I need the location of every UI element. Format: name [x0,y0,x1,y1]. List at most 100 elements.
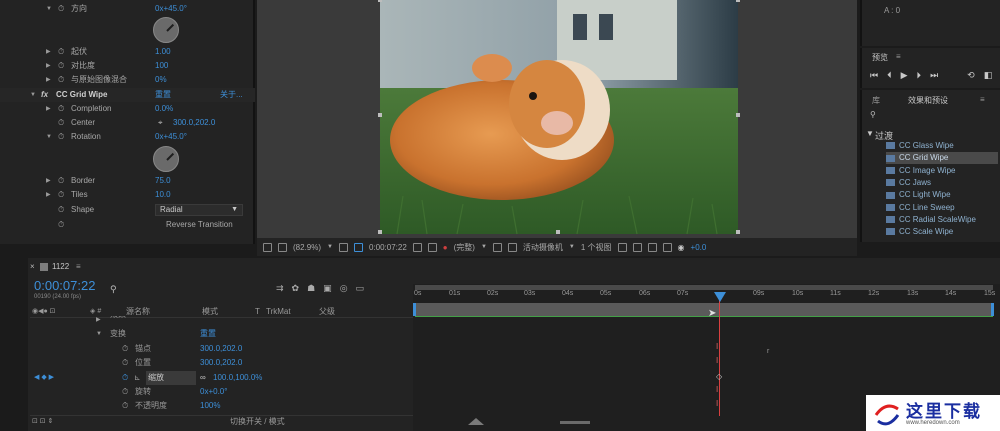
row-value[interactable]: 100.0,100.0% [213,371,262,385]
transparency-icon[interactable] [507,242,517,252]
expand-triangle-icon[interactable]: ▼ [46,130,52,144]
stopwatch-icon[interactable]: ⏱ [122,399,128,413]
composition-mini-flowchart-icon[interactable]: ⇉ [276,283,284,294]
expand-triangle-icon[interactable]: ▼ [46,2,52,16]
transparency-grid-icon[interactable] [353,242,363,252]
transform-reset-link[interactable]: 重置 [200,327,216,341]
property-value[interactable]: 75.0 [155,174,171,188]
stopwatch-icon[interactable]: ⏱ [58,59,64,73]
property-value[interactable]: 1.00 [155,45,171,59]
property-rotation-row[interactable]: ⏱ 旋转 0x+0.0° [30,385,413,399]
play-icon[interactable]: ▶ [901,70,908,81]
view-layout-dropdown[interactable]: 1 个视图 [581,242,612,253]
work-area-bar[interactable] [415,303,993,316]
resolution-dropdown[interactable]: (完整) [454,242,475,253]
grid-icon[interactable] [338,242,348,252]
reset-link[interactable]: 重置 [155,88,171,102]
stopwatch-icon[interactable]: ⏱ [58,45,64,59]
property-value[interactable]: 300.0,202.0 [173,116,215,130]
show-snapshot-icon[interactable] [427,242,437,252]
composition-viewer[interactable] [257,0,857,244]
stopwatch-icon[interactable]: ⏱ [58,188,64,202]
stopwatch-icon[interactable]: ⏱ [58,116,64,130]
keyframe-marker-icon[interactable]: I [716,385,723,394]
checkbox-label[interactable]: Reverse Transition [166,218,233,232]
motion-blur-icon[interactable]: ◎ [340,283,348,294]
keyframe-diamond-icon[interactable]: ◇ [716,372,723,381]
first-frame-icon[interactable]: ⏮ [870,70,878,81]
region-of-interest-icon[interactable] [492,242,502,252]
property-value[interactable]: 10.0 [155,188,171,202]
fast-preview-icon[interactable] [632,242,642,252]
direction-dial[interactable] [153,17,179,43]
tab-library[interactable]: 库 [872,95,880,106]
property-value[interactable]: 0% [155,73,167,87]
expand-triangle-icon[interactable]: ▶ [46,73,51,87]
snapshot-camera-icon[interactable] [412,242,422,252]
tab-effects-presets[interactable]: 效果和预设 [908,95,948,106]
keyframe-marker-icon[interactable]: I [716,356,723,365]
loop-icon[interactable]: ⟲ [967,70,975,81]
row-value[interactable]: 100% [200,399,220,413]
work-area-end-handle[interactable] [991,303,994,316]
property-value[interactable]: 0x+45.0° [155,2,187,16]
effect-item[interactable]: CC Grid Wipe [886,152,998,165]
camera-dropdown[interactable]: 活动摄像机 [523,242,563,253]
property-blend[interactable]: ▶ ⏱ 与原始图像混合 0% [0,73,255,87]
stopwatch-icon[interactable]: ⏱ [58,203,64,217]
expand-triangle-icon[interactable]: ▶ [46,174,51,188]
property-position-row[interactable]: ⏱ 位置 300.0,202.0 [30,356,413,370]
search-icon[interactable]: ⚲ [110,284,117,295]
shape-dropdown[interactable]: Radial ▼ [155,204,243,216]
always-preview-icon[interactable] [263,242,272,252]
stopwatch-icon[interactable]: ⏱ [122,356,128,370]
flowchart-icon[interactable] [662,242,672,252]
current-timecode[interactable]: 0:00:07:22 [34,278,95,293]
stopwatch-icon[interactable]: ⏱ [58,73,64,87]
crosshair-icon[interactable]: ⌖ [158,116,163,130]
expand-triangle-icon[interactable]: ▶ [46,102,51,116]
property-reverse-transition[interactable]: ⏱ Reverse Transition [0,218,255,232]
property-border[interactable]: ▶ ⏱ Border 75.0 [0,174,255,188]
color-channel-icon[interactable]: ● [443,243,448,252]
exposure-reset-icon[interactable]: ◉ [678,243,685,252]
effect-item[interactable]: CC Glass Wipe [886,140,998,152]
property-value[interactable]: 0.0% [155,102,173,116]
fx-toggle-icon[interactable]: fx [41,88,48,102]
shy-icon[interactable]: ☗ [307,283,315,294]
property-center[interactable]: ⏱ Center ⌖ 300.0,202.0 [0,116,255,130]
keyframe-marker-icon[interactable]: I [716,342,723,351]
zoom-slider[interactable] [560,421,590,424]
panel-menu-icon[interactable]: ≡ [980,95,985,104]
property-anchor-row[interactable]: ⏱ 锚点 300.0,202.0 [30,342,413,356]
expand-triangle-icon[interactable]: ▼ [866,129,874,138]
expand-triangle-icon[interactable]: ▶ [96,316,101,324]
timeline-icon[interactable] [647,242,657,252]
work-area-start-handle[interactable] [413,303,416,316]
expand-triangle-icon[interactable]: ▶ [46,59,51,73]
stopwatch-active-icon[interactable]: ⏱ [122,371,128,385]
viewer-timecode[interactable]: 0:00:07:22 [369,243,407,252]
property-value[interactable]: 0x+45.0° [155,130,187,144]
zoom-out-mountain-icon[interactable] [468,418,484,425]
property-scale-row[interactable]: ◀ ◆ ▶ ⏱ ⊾ 缩放 ∞ 100.0,100.0% [30,371,413,385]
zoom-dropdown[interactable]: (82.9%) [293,243,321,252]
constrain-link-icon[interactable]: ∞ [200,371,206,385]
layer-effects-row[interactable]: ▶ 效果 [30,316,413,324]
about-link[interactable]: 关于... [220,88,243,102]
property-contrast[interactable]: ▶ ⏱ 对比度 100 [0,59,255,73]
toggle-pixel-icon[interactable] [617,242,627,252]
panel-menu-icon[interactable]: ≡ [896,52,901,61]
exposure-value[interactable]: +0.0 [691,243,707,252]
next-frame-icon[interactable]: ⏵ [917,70,922,81]
stopwatch-icon[interactable]: ⏱ [58,218,64,232]
rotation-dial[interactable] [153,146,179,172]
comp-tab[interactable]: × 1122 ≡ [30,262,150,274]
frame-blending-icon[interactable]: ▣ [323,283,332,294]
last-frame-icon[interactable]: ⏭ [930,70,938,81]
effect-item[interactable]: CC Line Sweep [886,202,998,214]
stopwatch-icon[interactable]: ⏱ [122,385,128,399]
effect-item[interactable]: CC Light Wipe [886,189,998,201]
effect-item[interactable]: CC Radial ScaleWipe [886,214,998,226]
tab-preview[interactable]: 预览 [872,52,888,63]
